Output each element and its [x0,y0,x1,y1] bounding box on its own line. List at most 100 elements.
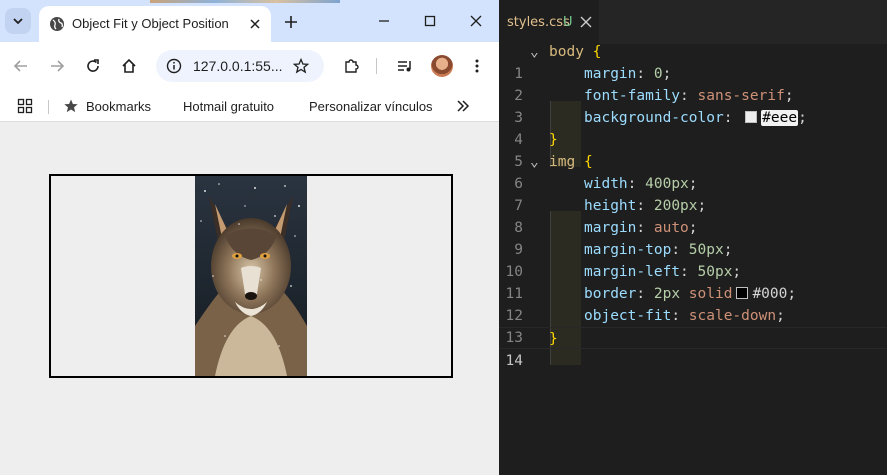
close-brace: } [549,132,558,148]
bookmark-label: Hotmail gratuito [183,98,275,114]
code-line-current: 14 } [499,327,887,369]
code-line: 6 ⌄ img { [499,151,887,192]
microsoft-icon [160,98,176,114]
minimize-button[interactable] [374,11,394,31]
css-value: scale-down [688,308,777,324]
minimize-icon [379,20,389,22]
extensions-button[interactable] [341,56,361,76]
bookmarks-separator [48,100,49,114]
code-line: 9 margin: auto; [499,217,887,258]
home-button[interactable] [119,56,139,76]
css-value-number: 2px [653,286,681,302]
bookmark-item-personalizar[interactable]: Personalizar vínculos [286,96,433,116]
maximize-button[interactable] [420,11,440,31]
plus-icon [285,16,297,28]
editor-tab-styles[interactable]: styles.css U [499,0,599,44]
code-line: 12 border: 2px solid #000; [499,283,887,324]
forward-button[interactable] [47,56,67,76]
chevron-double-right-icon [457,100,470,112]
media-control-button[interactable] [395,56,415,76]
code-line: 4 background-color: #eee; [499,107,887,148]
css-property: object-fit [584,308,672,324]
url-text: 127.0.0.1:55... [193,58,283,74]
close-icon [250,19,260,29]
reload-button[interactable] [83,56,103,76]
profile-avatar[interactable] [431,55,453,77]
css-selector: img [549,154,576,170]
puzzle-icon [345,59,359,73]
css-selector: body [549,44,584,60]
bookmark-item-bookmarks[interactable]: Bookmarks [63,96,151,116]
bookmarks-bar: Bookmarks Hotmail gratuito Personalizar … [0,90,499,122]
code-line: 5 } [499,129,887,170]
fold-chevron-icon[interactable]: ⌄ [530,151,544,173]
apps-grid-icon [17,98,33,114]
back-button[interactable] [11,56,31,76]
tab-strip: Object Fit y Object Position [0,0,499,42]
browser-menu-button[interactable] [467,56,487,76]
arrow-right-icon [51,60,65,72]
tab-title: Object Fit y Object Position [72,16,229,31]
open-brace: { [583,154,593,170]
fold-chevron-icon[interactable]: ⌄ [530,41,544,63]
css-property: margin [584,66,637,82]
css-property: height [584,198,637,214]
code-line: 10 margin-top: 50px; [499,239,887,280]
close-brace: } [549,331,558,347]
media-queue-icon [398,61,411,72]
code-line: 11 margin-left: 50px; [499,261,887,302]
css-value: 200px [653,198,698,214]
new-tab-button[interactable] [282,13,300,31]
css-property: margin [584,220,637,236]
code-line: 13 object-fit: scale-down; [499,305,887,346]
bookmark-label: Personalizar vínculos [309,98,433,114]
address-bar[interactable]: 127.0.0.1:55... [156,50,324,82]
css-value: 50px [697,264,733,280]
close-window-button[interactable] [466,11,486,31]
arrow-left-icon [13,60,27,72]
css-property: background-color [584,110,724,126]
css-property: margin-top [584,242,672,258]
apps-button[interactable] [17,96,33,116]
bookmark-item-hotmail[interactable]: Hotmail gratuito [160,96,274,116]
bookmark-label: Bookmarks [86,98,152,114]
css-value: 0 [653,66,663,82]
tabstrip-decoration [150,0,340,3]
open-brace: { [592,44,602,60]
info-icon [166,58,182,74]
maximize-icon [424,15,436,27]
tab-search-button[interactable] [5,8,31,34]
browser-toolbar: 127.0.0.1:55... [0,42,499,90]
css-property: border [584,286,637,302]
color-swatch[interactable] [745,111,758,123]
code-line: 7 width: 400px; [499,173,887,214]
css-property: width [584,176,628,192]
toolbar-separator [376,58,377,74]
css-value: 400px [645,176,689,192]
close-icon[interactable] [579,15,593,29]
more-vertical-icon [475,59,479,73]
home-icon [122,58,136,73]
editor-tab-bar: styles.css U [499,0,887,44]
star-outline-icon [293,58,309,74]
css-value: auto [653,220,689,236]
color-swatch[interactable] [736,287,749,299]
editor-tab-name: styles.css [507,15,570,30]
more-bookmarks-button[interactable] [456,96,470,116]
css-value: #000 [752,286,788,302]
code-line: 3 font-family: sans-serif; [499,85,887,126]
close-icon [470,15,482,27]
code-line: 1 ⌄ body { [499,41,887,82]
css-value: 50px [688,242,724,258]
page-viewport [0,123,499,475]
styled-image [49,174,453,378]
tab-active[interactable]: Object Fit y Object Position [39,6,271,42]
site-info-button[interactable] [164,56,184,76]
bookmark-page-button[interactable] [291,56,311,76]
chevron-down-icon [13,18,23,25]
line-number: 14 [505,353,523,369]
code-line: 2 margin: 0; [499,63,887,104]
css-property: margin-left [584,264,681,280]
tab-close-button[interactable] [246,15,264,33]
microsoft-icon [286,98,302,114]
